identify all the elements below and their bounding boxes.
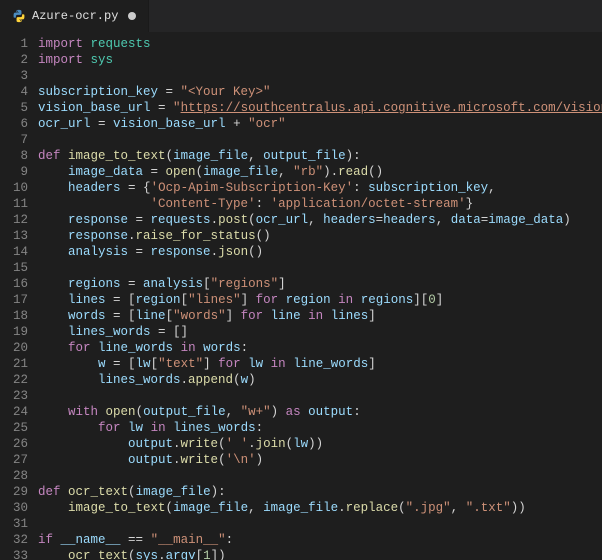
code-line[interactable] [38,468,602,484]
line-number: 20 [0,340,38,356]
line-number: 14 [0,244,38,260]
code-line[interactable]: with open(output_file, "w+") as output: [38,404,602,420]
code-line[interactable] [38,132,602,148]
dirty-indicator-icon [128,12,136,20]
line-number: 26 [0,436,38,452]
code-line[interactable]: subscription_key = "<Your Key>" [38,84,602,100]
line-number: 29 [0,484,38,500]
code-line[interactable]: headers = {'Ocp-Apim-Subscription-Key': … [38,180,602,196]
line-number: 6 [0,116,38,132]
code-line[interactable] [38,260,602,276]
code-line[interactable]: response.raise_for_status() [38,228,602,244]
line-number: 31 [0,516,38,532]
line-number: 3 [0,68,38,84]
line-number-gutter: 1234567891011121314151617181920212223242… [0,32,38,560]
line-number: 8 [0,148,38,164]
tab-filename: Azure-ocr.py [32,9,118,23]
line-number: 22 [0,372,38,388]
line-number: 10 [0,180,38,196]
code-line[interactable]: regions = analysis["regions"] [38,276,602,292]
code-line[interactable] [38,68,602,84]
line-number: 25 [0,420,38,436]
code-line[interactable]: for line_words in words: [38,340,602,356]
line-number: 2 [0,52,38,68]
tab-bar: Azure-ocr.py [0,0,602,32]
line-number: 28 [0,468,38,484]
code-line[interactable]: def image_to_text(image_file, output_fil… [38,148,602,164]
line-number: 5 [0,100,38,116]
editor-area[interactable]: 1234567891011121314151617181920212223242… [0,32,602,560]
code-line[interactable]: output.write('\n') [38,452,602,468]
code-line[interactable]: if __name__ == "__main__": [38,532,602,548]
code-line[interactable]: def ocr_text(image_file): [38,484,602,500]
code-line[interactable]: vision_base_url = "https://southcentralu… [38,100,602,116]
code-line[interactable]: 'Content-Type': 'application/octet-strea… [38,196,602,212]
line-number: 9 [0,164,38,180]
code-line[interactable]: import sys [38,52,602,68]
line-number: 13 [0,228,38,244]
code-line[interactable]: lines = [region["lines"] for region in r… [38,292,602,308]
line-number: 1 [0,36,38,52]
code-line[interactable]: analysis = response.json() [38,244,602,260]
code-line[interactable]: words = [line["words"] for line in lines… [38,308,602,324]
line-number: 21 [0,356,38,372]
line-number: 17 [0,292,38,308]
line-number: 11 [0,196,38,212]
code-line[interactable]: ocr_url = vision_base_url + "ocr" [38,116,602,132]
code-line[interactable] [38,388,602,404]
code-line[interactable]: output.write(' '.join(lw)) [38,436,602,452]
line-number: 33 [0,548,38,560]
line-number: 27 [0,452,38,468]
code-line[interactable]: import requests [38,36,602,52]
line-number: 23 [0,388,38,404]
code-line[interactable]: response = requests.post(ocr_url, header… [38,212,602,228]
line-number: 18 [0,308,38,324]
line-number: 24 [0,404,38,420]
code-line[interactable]: lines_words = [] [38,324,602,340]
code-line[interactable]: ocr_text(sys.argv[1]) [38,548,602,560]
tab-active[interactable]: Azure-ocr.py [0,0,149,32]
line-number: 7 [0,132,38,148]
line-number: 30 [0,500,38,516]
code-line[interactable]: lines_words.append(w) [38,372,602,388]
line-number: 32 [0,532,38,548]
line-number: 15 [0,260,38,276]
line-number: 4 [0,84,38,100]
line-number: 12 [0,212,38,228]
code-line[interactable]: for lw in lines_words: [38,420,602,436]
code-line[interactable]: w = [lw["text"] for lw in line_words] [38,356,602,372]
python-file-icon [12,9,26,23]
line-number: 19 [0,324,38,340]
code-line[interactable] [38,516,602,532]
code-content[interactable]: import requestsimport sys subscription_k… [38,32,602,560]
code-line[interactable]: image_to_text(image_file, image_file.rep… [38,500,602,516]
code-line[interactable]: image_data = open(image_file, "rb").read… [38,164,602,180]
line-number: 16 [0,276,38,292]
